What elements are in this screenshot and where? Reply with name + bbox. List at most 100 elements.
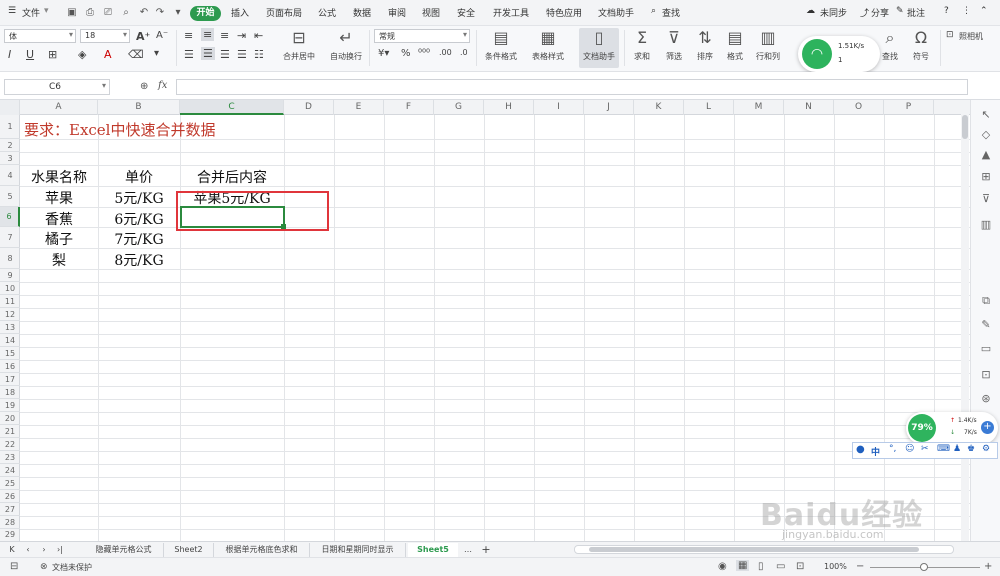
sheet-tab-hidden-formula[interactable]: 隐藏单元格公式 <box>84 543 164 557</box>
tab-developer[interactable]: 开发工具 <box>493 6 529 19</box>
cell-a6[interactable]: 香蕉 <box>20 209 98 229</box>
doc-helper-button[interactable]: ▯ 文档助手 <box>579 28 619 68</box>
sidebar-doc-icon[interactable]: ▭ <box>977 340 995 358</box>
row-header-8[interactable]: 8 <box>0 248 20 269</box>
row-header-25[interactable]: 25 <box>0 477 20 490</box>
format-button[interactable]: ▤ 格式 <box>722 28 748 62</box>
more-sheets-icon[interactable]: … <box>460 543 476 557</box>
symbol-button[interactable]: Ω 符号 <box>908 28 934 62</box>
row-header-5[interactable]: 5 <box>0 186 20 207</box>
chevron-down-icon[interactable]: ▾ <box>44 6 49 16</box>
export-icon[interactable]: ⎙ <box>84 7 96 19</box>
row-header-28[interactable]: 28 <box>0 516 20 529</box>
align-top-icon[interactable]: ≡ <box>184 29 193 42</box>
tab-formula[interactable]: 公式 <box>318 6 336 19</box>
first-sheet-icon[interactable]: K <box>6 543 18 557</box>
italic-icon[interactable]: I <box>8 48 11 61</box>
sidebar-settings-icon[interactable]: ⊛ <box>977 390 995 408</box>
network-speed-widget[interactable]: ◠ 1.51K/s 1 <box>798 36 880 72</box>
collapse-icon[interactable]: ⌃ <box>980 6 988 16</box>
row-header-4[interactable]: 4 <box>0 165 20 186</box>
hamburger-icon[interactable]: ☰ <box>8 6 16 16</box>
sheet-tab-sheet5[interactable]: Sheet5 <box>408 543 458 557</box>
more-icon[interactable]: ▾ <box>172 7 184 19</box>
menu-search[interactable]: 查找 <box>662 6 680 19</box>
column-header-i[interactable]: I <box>534 100 584 115</box>
currency-icon[interactable]: ¥▾ <box>378 48 389 59</box>
sync-status[interactable]: 未同步 <box>820 6 847 19</box>
row-header-3[interactable]: 3 <box>0 152 20 165</box>
more-icon[interactable]: ▾ <box>154 48 159 59</box>
align-right-icon[interactable]: ☰ <box>220 48 230 61</box>
cell-a4[interactable]: 水果名称 <box>20 167 98 187</box>
row-header-27[interactable]: 27 <box>0 503 20 516</box>
row-header-1[interactable]: 1 <box>0 115 20 139</box>
row-header-16[interactable]: 16 <box>0 360 20 373</box>
sidebar-select-icon[interactable]: ↖ <box>977 106 995 124</box>
row-header-2[interactable]: 2 <box>0 139 20 152</box>
formula-input[interactable] <box>176 79 968 95</box>
column-header-h[interactable]: H <box>484 100 534 115</box>
save-icon[interactable]: ▣ <box>66 7 78 19</box>
row-header-14[interactable]: 14 <box>0 334 20 347</box>
column-header-o[interactable]: O <box>834 100 884 115</box>
column-header-d[interactable]: D <box>284 100 334 115</box>
doc-protection-status[interactable]: 文档未保护 <box>52 562 92 573</box>
cell-a5[interactable]: 苹果 <box>20 188 98 208</box>
search-icon[interactable]: ⌕ <box>651 6 656 16</box>
last-sheet-icon[interactable]: ›| <box>54 543 66 557</box>
camera-icon[interactable]: ⊡ <box>946 30 954 40</box>
cloud-icon[interactable]: ☁ <box>806 6 815 16</box>
sidebar-image-icon[interactable]: ⊡ <box>977 366 995 384</box>
row-header-22[interactable]: 22 <box>0 438 20 451</box>
comment-button[interactable]: 批注 <box>907 6 925 19</box>
sidebar-backup-icon[interactable]: ⧉ <box>977 292 995 310</box>
zoom-level[interactable]: 100% <box>824 562 847 571</box>
conditional-format-button[interactable]: ▤ 条件格式 <box>480 28 522 62</box>
sidebar-shape-icon[interactable]: ◇ <box>977 126 995 144</box>
row-header-11[interactable]: 11 <box>0 295 20 308</box>
fx-button[interactable]: fx <box>158 80 167 91</box>
clear-icon[interactable]: ⌫ <box>128 48 144 61</box>
vertical-scrollbar[interactable] <box>961 101 969 541</box>
indent-icon[interactable]: ⇥ <box>237 29 246 42</box>
row-header-6[interactable]: 6 <box>0 207 20 227</box>
cell-b8[interactable]: 8元/KG <box>98 250 180 270</box>
column-header-m[interactable]: M <box>734 100 784 115</box>
table-style-button[interactable]: ▦ 表格样式 <box>527 28 569 62</box>
prev-sheet-icon[interactable]: ‹ <box>22 543 34 557</box>
thousands-icon[interactable]: ⁰⁰⁰ <box>418 48 430 59</box>
row-header-23[interactable]: 23 <box>0 451 20 464</box>
h-scrollbar-thumb[interactable] <box>589 547 919 552</box>
font-name-select[interactable]: 体 ▾ <box>4 29 76 43</box>
row-header-17[interactable]: 17 <box>0 373 20 386</box>
column-header-g[interactable]: G <box>434 100 484 115</box>
column-header-c[interactable]: C <box>180 100 284 115</box>
outdent-icon[interactable]: ⇤ <box>254 29 263 42</box>
tab-security[interactable]: 安全 <box>457 6 475 19</box>
column-header-p[interactable]: P <box>884 100 934 115</box>
page-layout-icon[interactable]: ▯ <box>758 561 764 572</box>
increase-decimal-icon[interactable]: .00 <box>439 48 452 57</box>
tab-doc-helper[interactable]: 文档助手 <box>598 6 634 19</box>
column-header-l[interactable]: L <box>684 100 734 115</box>
zoom-in-icon[interactable]: + <box>984 561 992 572</box>
select-all[interactable] <box>0 100 20 115</box>
sort-button[interactable]: ⇅ 排序 <box>692 28 718 62</box>
cell-a1-title[interactable]: 要求：Excel中快速合并数据 <box>24 119 216 140</box>
comment-icon[interactable]: ✎ <box>896 6 904 16</box>
row-header-13[interactable]: 13 <box>0 321 20 334</box>
border-icon[interactable]: ⊞ <box>48 48 57 61</box>
row-header-20[interactable]: 20 <box>0 412 20 425</box>
merge-center-button[interactable]: ⊟ 合并居中 <box>278 28 320 62</box>
column-header-n[interactable]: N <box>784 100 834 115</box>
sidebar-edit-icon[interactable]: ✎ <box>977 316 995 334</box>
sidebar-filter-icon[interactable]: ⊽ <box>977 190 995 208</box>
fill-color-icon[interactable]: ◈ <box>78 48 86 61</box>
filter-button[interactable]: ⊽ 筛选 <box>660 28 688 62</box>
preview-icon[interactable]: ⌕ <box>120 7 132 19</box>
tab-special[interactable]: 特色应用 <box>546 6 582 19</box>
macro-icon[interactable]: ⊟ <box>10 561 18 572</box>
next-sheet-icon[interactable]: › <box>38 543 50 557</box>
row-header-19[interactable]: 19 <box>0 399 20 412</box>
